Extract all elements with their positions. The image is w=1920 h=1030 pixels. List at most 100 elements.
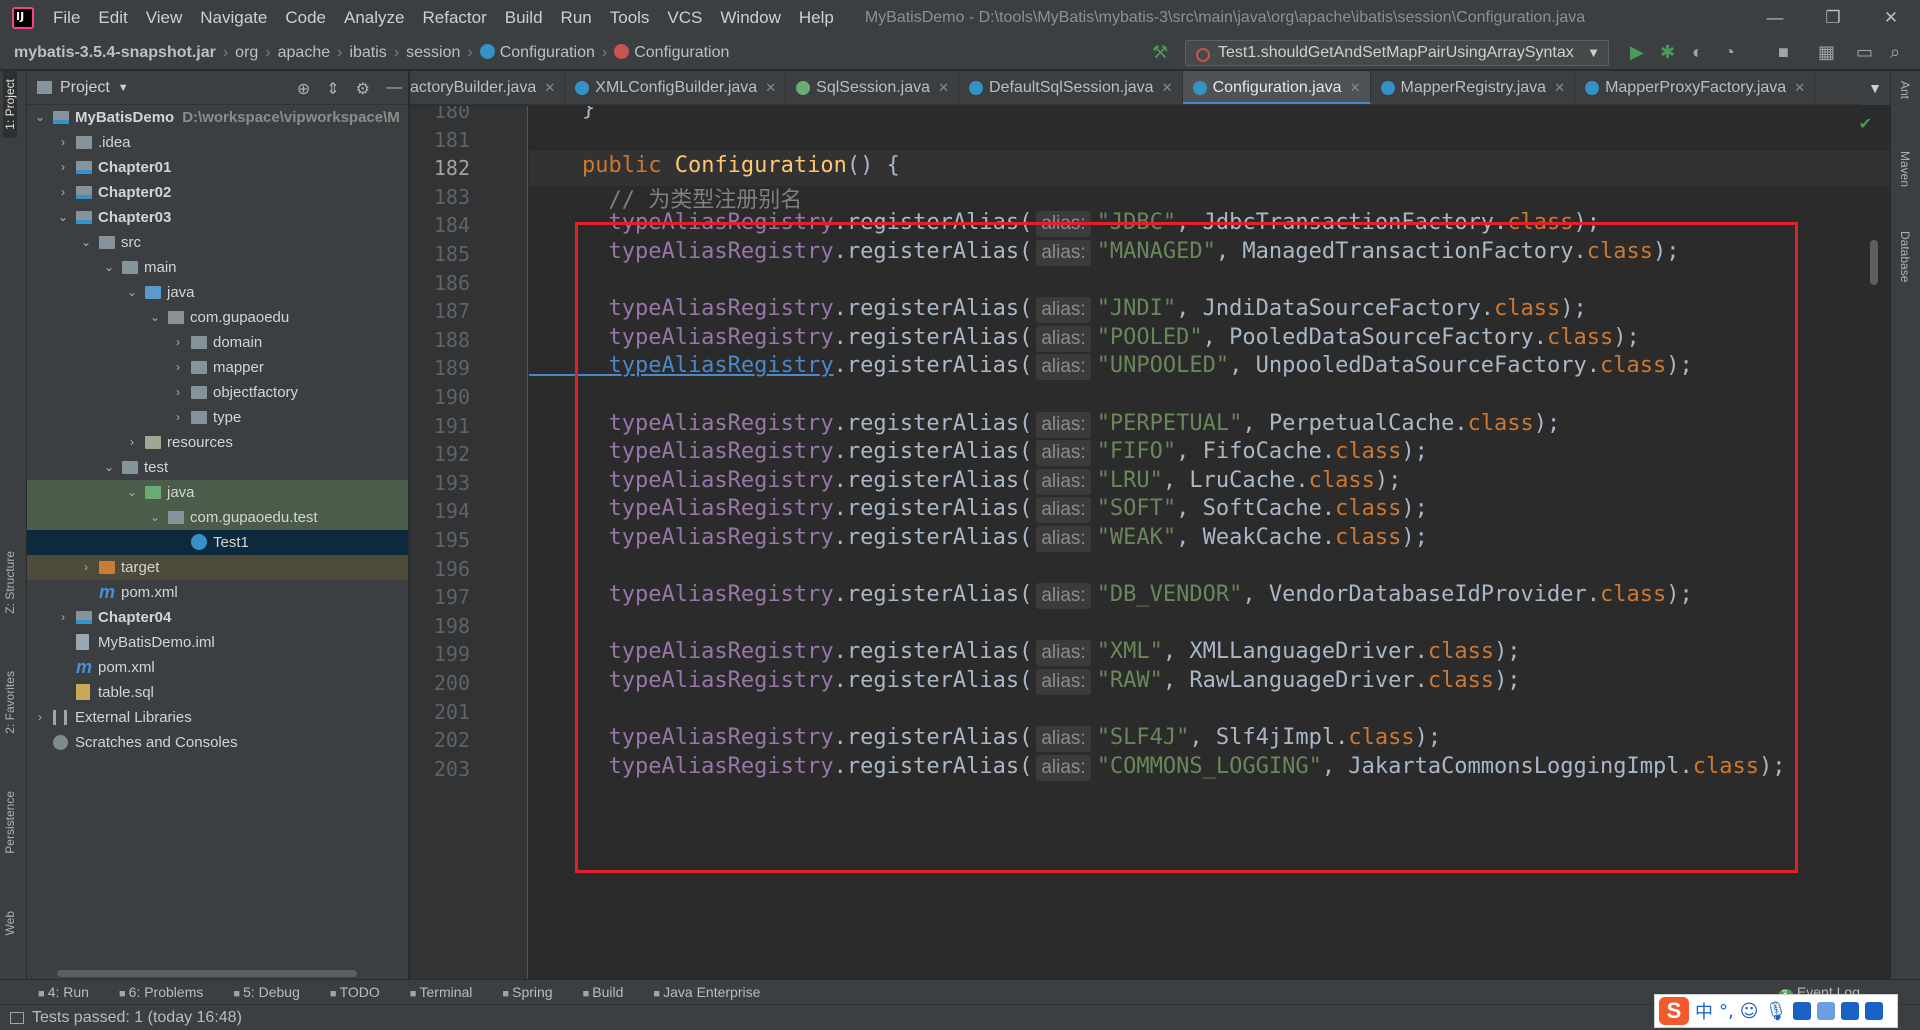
menu-run[interactable]: Run	[552, 8, 601, 28]
chevron-down-icon[interactable]: ⌄	[125, 280, 139, 305]
sogou-logo-icon[interactable]: S	[1659, 997, 1689, 1025]
tree-item[interactable]: ⌄ com.gupaoedu	[27, 305, 408, 330]
search-icon[interactable]: ⌕	[1890, 42, 1900, 63]
coverage-icon[interactable]: ◐	[1692, 42, 1703, 63]
close-tab-icon[interactable]: ✕	[1554, 71, 1565, 104]
breadcrumb-jar[interactable]: mybatis-3.5.4-snapshot.jar	[0, 44, 220, 62]
web-tool-button[interactable]: Web	[3, 911, 17, 935]
menu-code[interactable]: Code	[276, 8, 335, 28]
run-icon[interactable]: ▶	[1630, 42, 1644, 63]
favorites-tool-button[interactable]: 2: Favorites	[3, 671, 17, 734]
editor-tab[interactable]: SqlSession.java ✕	[786, 71, 960, 104]
close-tab-icon[interactable]: ✕	[765, 71, 776, 104]
gear-icon[interactable]: ⚙	[356, 79, 370, 99]
maven-tool-button[interactable]: Maven	[1898, 151, 1912, 187]
chevron-down-icon[interactable]: ⌄	[102, 455, 116, 480]
menu-window[interactable]: Window	[711, 8, 789, 28]
run-tool-button[interactable]: 4: Run	[38, 984, 89, 1000]
chevron-right-icon[interactable]: ›	[171, 380, 185, 405]
tree-item[interactable]: › .idea	[27, 130, 408, 155]
chevron-right-icon[interactable]: ›	[171, 330, 185, 355]
menu-view[interactable]: View	[137, 8, 192, 28]
menu-refactor[interactable]: Refactor	[413, 8, 495, 28]
menu-help[interactable]: Help	[790, 8, 843, 28]
java-enterprise-tool-button[interactable]: Java Enterprise	[653, 984, 760, 1000]
tool-windows-icon[interactable]	[10, 1011, 24, 1024]
debug-tool-button[interactable]: 5: Debug	[233, 984, 300, 1000]
locate-icon[interactable]: ⊕	[297, 79, 310, 99]
structure-tool-button[interactable]: Z: Structure	[3, 551, 17, 614]
chevron-right-icon[interactable]: ›	[56, 180, 70, 205]
problems-tool-button[interactable]: 6: Problems	[119, 984, 204, 1000]
tree-item[interactable]: Scratches and Consoles	[27, 730, 408, 755]
chevron-right-icon[interactable]: ›	[79, 555, 93, 580]
project-tool-button[interactable]: 1: Project	[3, 71, 17, 138]
tree-item[interactable]: › Chapter04	[27, 605, 408, 630]
tree-item[interactable]: ⌄ MyBatisDemo D:\workspace\vipworkspace\M	[27, 105, 408, 130]
tree-item[interactable]: ⌄ main	[27, 255, 408, 280]
chevron-right-icon[interactable]: ›	[171, 355, 185, 380]
user-icon[interactable]	[1817, 1002, 1836, 1020]
editor-tab[interactable]: XMLConfigBuilder.java ✕	[565, 71, 787, 104]
keyboard-icon[interactable]	[1793, 1002, 1812, 1020]
menu-vcs[interactable]: VCS	[658, 8, 711, 28]
chevron-down-icon[interactable]: ⌄	[56, 205, 70, 230]
apps-grid-icon[interactable]	[1865, 1002, 1884, 1020]
chevron-right-icon[interactable]: ›	[171, 405, 185, 430]
tree-item[interactable]: table.sql	[27, 680, 408, 705]
tree-item[interactable]: m pom.xml	[27, 655, 408, 680]
editor-tab[interactable]: MapperRegistry.java ✕	[1371, 71, 1576, 104]
close-tab-icon[interactable]: ✕	[1794, 71, 1805, 104]
ime-mode-toggle[interactable]: 中	[1695, 998, 1713, 1024]
chevron-right-icon[interactable]: ›	[125, 430, 139, 455]
menu-tools[interactable]: Tools	[601, 8, 659, 28]
ant-tool-button[interactable]: Ant	[1898, 81, 1912, 99]
editor-tab[interactable]: actoryBuilder.java ✕	[410, 71, 566, 104]
breadcrumb-class[interactable]: Configuration	[476, 43, 599, 62]
vertical-scrollbar[interactable]	[1870, 240, 1878, 285]
collapse-all-icon[interactable]: ⇕	[326, 79, 339, 99]
breadcrumb-method[interactable]: Configuration	[610, 43, 733, 62]
profile-icon[interactable]: ◔	[1724, 42, 1735, 63]
build-hammer-icon[interactable]: ⚒	[1152, 42, 1168, 63]
tree-item[interactable]: › domain	[27, 330, 408, 355]
chevron-down-icon[interactable]: ⌄	[148, 305, 162, 330]
hide-icon[interactable]: —	[386, 79, 402, 99]
close-tab-icon[interactable]: ✕	[544, 71, 555, 104]
skin-icon[interactable]	[1841, 1002, 1860, 1020]
menu-file[interactable]: File	[44, 8, 89, 28]
project-structure-icon[interactable]: ▦	[1818, 42, 1835, 63]
horizontal-scrollbar[interactable]	[57, 970, 357, 977]
build-tool-button[interactable]: Build	[583, 984, 623, 1000]
close-tab-icon[interactable]: ✕	[938, 71, 949, 104]
spring-tool-button[interactable]: Spring	[502, 984, 552, 1000]
chevron-right-icon[interactable]: ›	[56, 130, 70, 155]
project-panel-title[interactable]: Project	[60, 79, 110, 97]
breadcrumb-org[interactable]: org	[231, 44, 262, 62]
tree-item[interactable]: ⌄ com.gupaoedu.test	[27, 505, 408, 530]
stop-icon[interactable]: ■	[1778, 42, 1789, 63]
database-tool-button[interactable]: Database	[1898, 231, 1912, 282]
tree-item[interactable]: Test1	[27, 530, 408, 555]
tree-item[interactable]: › objectfactory	[27, 380, 408, 405]
menu-edit[interactable]: Edit	[89, 8, 136, 28]
editor-tab[interactable]: Configuration.java ✕	[1182, 71, 1371, 104]
tree-item[interactable]: ⌄ java	[27, 280, 408, 305]
tree-item[interactable]: › Chapter02	[27, 180, 408, 205]
menu-analyze[interactable]: Analyze	[335, 8, 413, 28]
breadcrumb-apache[interactable]: apache	[274, 44, 335, 62]
chevron-down-icon[interactable]: ⌄	[79, 230, 93, 255]
chevron-right-icon[interactable]: ›	[33, 705, 47, 730]
menu-build[interactable]: Build	[496, 8, 552, 28]
tree-item[interactable]: ⌄ src	[27, 230, 408, 255]
todo-tool-button[interactable]: TODO	[330, 984, 380, 1000]
microphone-icon[interactable]: 🎙	[1765, 1001, 1788, 1022]
layout-icon[interactable]: ▭	[1856, 42, 1873, 63]
tree-item[interactable]: › type	[27, 405, 408, 430]
terminal-tool-button[interactable]: Terminal	[410, 984, 473, 1000]
tree-item[interactable]: m pom.xml	[27, 580, 408, 605]
tree-item[interactable]: › resources	[27, 430, 408, 455]
breadcrumb-ibatis[interactable]: ibatis	[345, 44, 390, 62]
tree-item[interactable]: ⌄ java	[27, 480, 408, 505]
close-tab-icon[interactable]: ✕	[1162, 71, 1173, 104]
